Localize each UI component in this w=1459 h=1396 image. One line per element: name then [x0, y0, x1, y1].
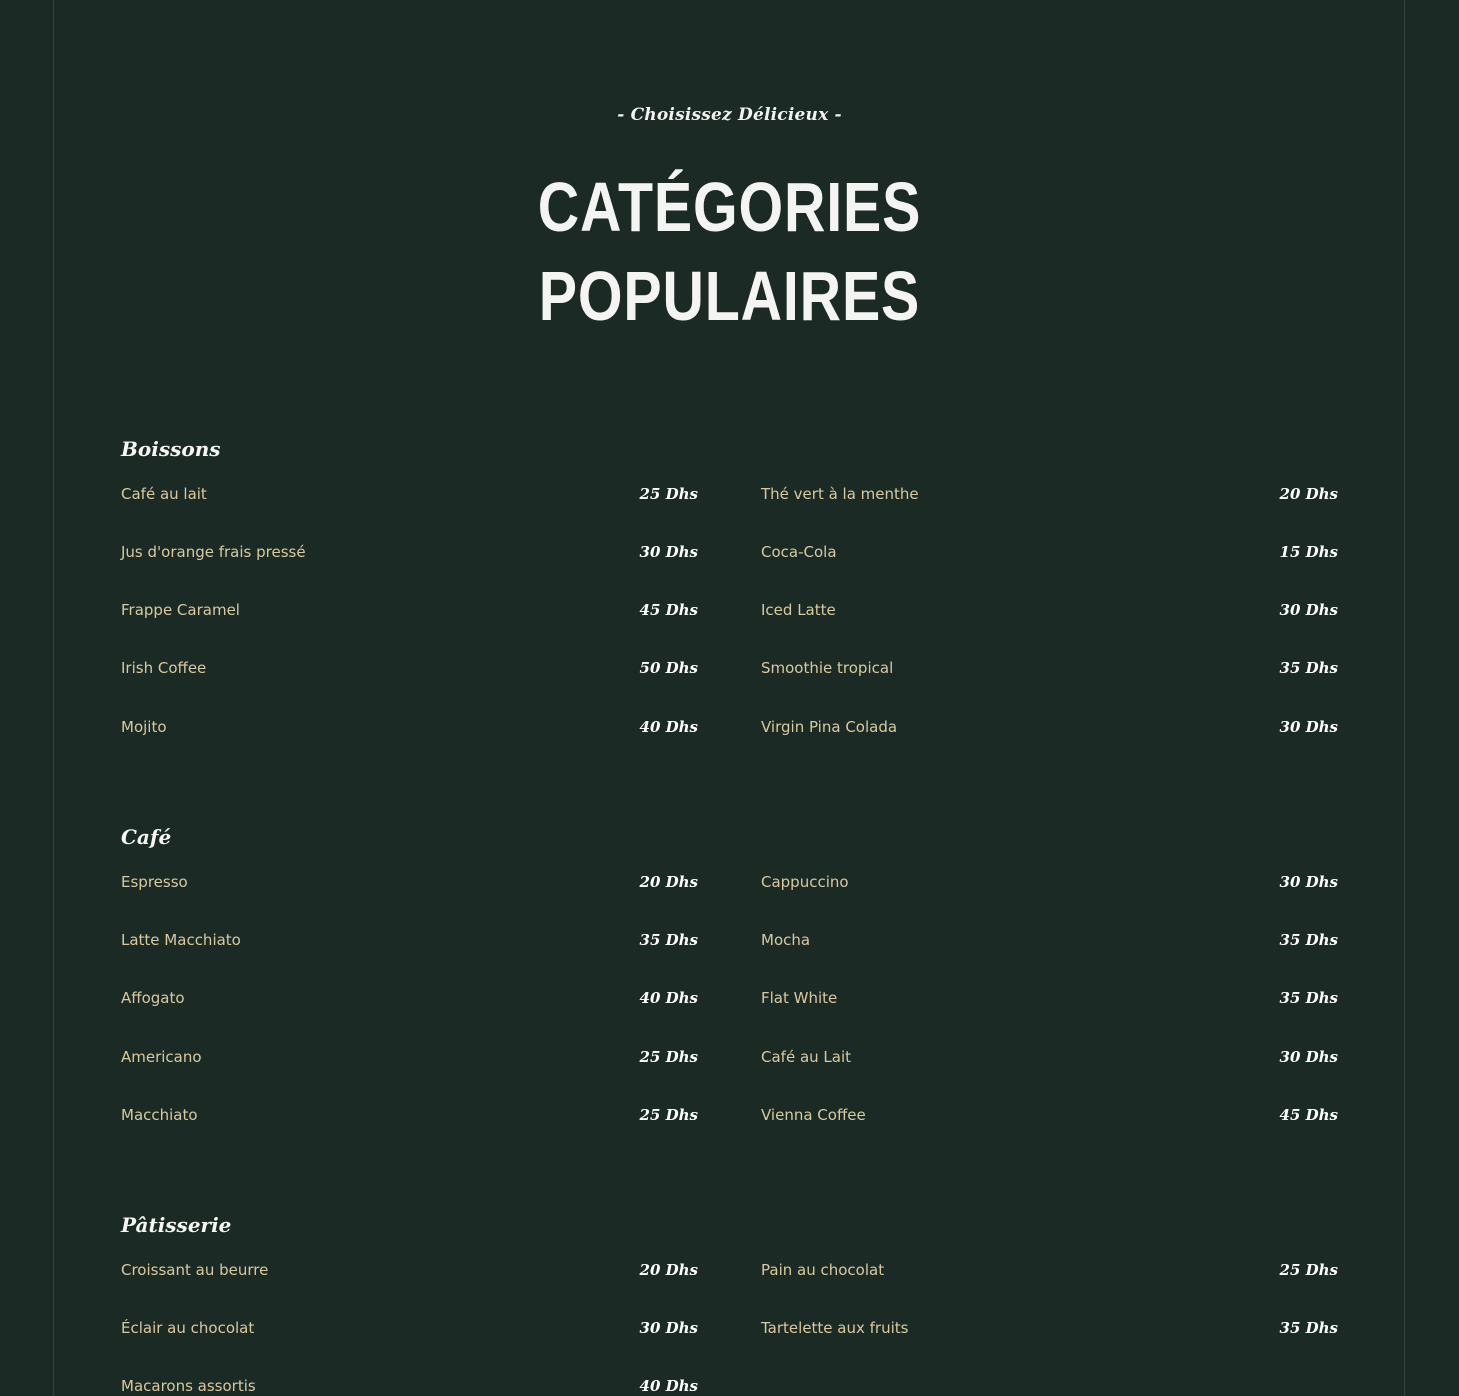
- item-price: 20 Dhs: [639, 1261, 698, 1279]
- item-name: Affogato: [121, 989, 185, 1007]
- section-title: Catégories Populaires: [131, 163, 1327, 341]
- menu-item[interactable]: Croissant au beurre 20 Dhs: [121, 1259, 698, 1283]
- menu-item[interactable]: Macchiato 25 Dhs: [121, 1104, 698, 1128]
- item-price: 35 Dhs: [1279, 931, 1338, 949]
- item-price: 30 Dhs: [639, 1319, 698, 1337]
- menu-item[interactable]: Vienna Coffee 45 Dhs: [761, 1104, 1338, 1128]
- menu-item[interactable]: Jus d'orange frais pressé 30 Dhs: [121, 541, 698, 565]
- menu-item[interactable]: Mojito 40 Dhs: [121, 716, 698, 740]
- category-title: Café: [121, 825, 172, 849]
- item-name: Café au Lait: [761, 1048, 852, 1066]
- item-price: 40 Dhs: [639, 718, 698, 736]
- item-name: Pain au chocolat: [761, 1261, 885, 1279]
- menu-item[interactable]: Virgin Pina Colada 30 Dhs: [761, 716, 1338, 740]
- item-name: Jus d'orange frais pressé: [121, 543, 306, 561]
- item-name: Thé vert à la menthe: [761, 485, 919, 503]
- menu-item[interactable]: Pain au chocolat 25 Dhs: [761, 1259, 1338, 1283]
- menu-item[interactable]: Éclair au chocolat 30 Dhs: [121, 1317, 698, 1341]
- item-price: 30 Dhs: [1279, 873, 1338, 891]
- item-price: 15 Dhs: [1279, 543, 1338, 561]
- item-name: Vienna Coffee: [761, 1106, 866, 1124]
- item-price: 25 Dhs: [639, 1048, 698, 1066]
- item-price: 40 Dhs: [639, 1377, 698, 1395]
- menu-item[interactable]: Cappuccino 30 Dhs: [761, 871, 1338, 895]
- item-price: 30 Dhs: [1279, 1048, 1338, 1066]
- item-price: 25 Dhs: [639, 1106, 698, 1124]
- item-price: 25 Dhs: [1279, 1261, 1338, 1279]
- item-name: Café au lait: [121, 485, 207, 503]
- item-price: 30 Dhs: [1279, 601, 1338, 619]
- menu-item[interactable]: Affogato 40 Dhs: [121, 987, 698, 1011]
- item-name: Croissant au beurre: [121, 1261, 269, 1279]
- item-price: 45 Dhs: [639, 601, 698, 619]
- item-price: 20 Dhs: [1279, 485, 1338, 503]
- item-name: Espresso: [121, 873, 188, 891]
- item-price: 35 Dhs: [639, 931, 698, 949]
- menu-item[interactable]: Thé vert à la menthe 20 Dhs: [761, 483, 1338, 507]
- item-name: Irish Coffee: [121, 659, 207, 677]
- item-price: 30 Dhs: [1279, 718, 1338, 736]
- category-title: Boissons: [121, 437, 221, 461]
- item-price: 35 Dhs: [1279, 659, 1338, 677]
- item-name: Tartelette aux fruits: [761, 1319, 909, 1337]
- item-price: 30 Dhs: [639, 543, 698, 561]
- item-name: Mojito: [121, 718, 167, 736]
- item-name: Americano: [121, 1048, 202, 1066]
- menu-item[interactable]: Frappe Caramel 45 Dhs: [121, 599, 698, 623]
- item-price: 35 Dhs: [1279, 1319, 1338, 1337]
- item-name: Macchiato: [121, 1106, 198, 1124]
- item-price: 50 Dhs: [639, 659, 698, 677]
- menu-item[interactable]: Café au lait 25 Dhs: [121, 483, 698, 507]
- menu-item[interactable]: Coca-Cola 15 Dhs: [761, 541, 1338, 565]
- item-price: 40 Dhs: [639, 989, 698, 1007]
- menu-item[interactable]: Café au Lait 30 Dhs: [761, 1046, 1338, 1070]
- menu-item[interactable]: Smoothie tropical 35 Dhs: [761, 657, 1338, 681]
- item-price: 20 Dhs: [639, 873, 698, 891]
- category-title: Pâtisserie: [121, 1213, 232, 1237]
- item-name: Iced Latte: [761, 601, 836, 619]
- item-price: 35 Dhs: [1279, 989, 1338, 1007]
- item-name: Cappuccino: [761, 873, 849, 891]
- menu-item[interactable]: Macarons assortis 40 Dhs: [121, 1375, 698, 1396]
- menu-item[interactable]: Iced Latte 30 Dhs: [761, 599, 1338, 623]
- item-name: Frappe Caramel: [121, 601, 240, 619]
- item-name: Virgin Pina Colada: [761, 718, 898, 736]
- item-price: 45 Dhs: [1279, 1106, 1338, 1124]
- section-title-line-2: Populaires: [538, 257, 921, 335]
- item-name: Éclair au chocolat: [121, 1319, 255, 1337]
- section-subtitle: - Choisissez Délicieux -: [617, 105, 842, 125]
- menu-item[interactable]: Americano 25 Dhs: [121, 1046, 698, 1070]
- item-name: Smoothie tropical: [761, 659, 894, 677]
- menu-item[interactable]: Irish Coffee 50 Dhs: [121, 657, 698, 681]
- item-name: Macarons assortis: [121, 1377, 256, 1395]
- menu-item[interactable]: Espresso 20 Dhs: [121, 871, 698, 895]
- menu-item[interactable]: Mocha 35 Dhs: [761, 929, 1338, 953]
- item-price: 25 Dhs: [639, 485, 698, 503]
- item-name: Latte Macchiato: [121, 931, 241, 949]
- item-name: Coca-Cola: [761, 543, 837, 561]
- menu-item[interactable]: Latte Macchiato 35 Dhs: [121, 929, 698, 953]
- item-name: Flat White: [761, 989, 838, 1007]
- menu-item[interactable]: Tartelette aux fruits 35 Dhs: [761, 1317, 1338, 1341]
- item-name: Mocha: [761, 931, 811, 949]
- section-title-line-1: Catégories: [537, 168, 922, 246]
- menu-item[interactable]: Flat White 35 Dhs: [761, 987, 1338, 1011]
